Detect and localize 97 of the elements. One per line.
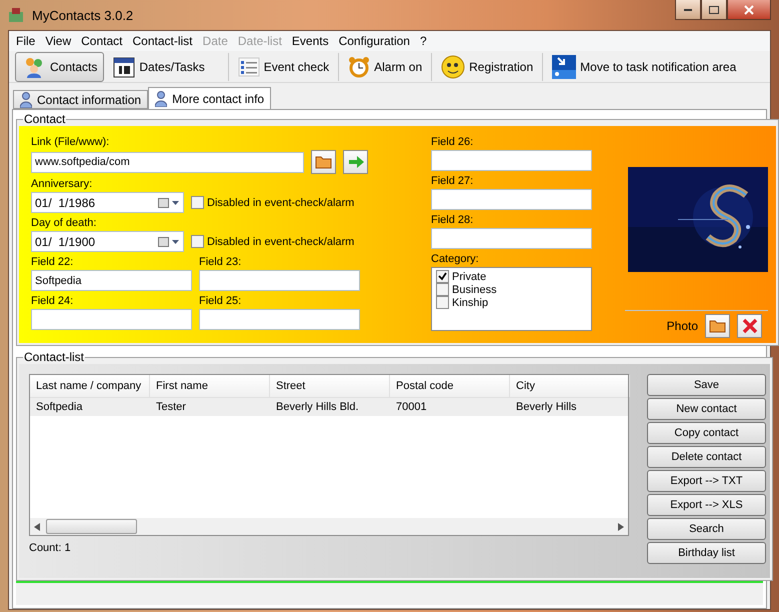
count-label: Count: 1 — [29, 542, 72, 554]
scroll-left-icon[interactable] — [34, 522, 40, 530]
field-label: Category: — [431, 252, 480, 267]
menu-item[interactable]: Configuration — [334, 34, 415, 48]
scroll-right-icon[interactable] — [618, 522, 624, 530]
toolbar-button[interactable]: Event check — [230, 52, 336, 82]
action-button[interactable]: Birthday list — [647, 542, 766, 564]
toolbar-button[interactable]: Contacts — [15, 52, 104, 82]
action-button[interactable]: Export --> TXT — [647, 470, 766, 492]
column-header[interactable]: Street — [270, 375, 390, 397]
scrollbar-thumb[interactable] — [46, 519, 137, 534]
photo-label: Photo — [666, 319, 698, 333]
checkbox-label: Disabled in event-check/alarm — [207, 196, 354, 208]
menu-item[interactable]: View — [40, 34, 76, 48]
action-button[interactable]: Save — [647, 374, 766, 396]
text-field[interactable] — [199, 309, 360, 330]
text-field[interactable]: Softpedia — [31, 270, 192, 291]
date-picker[interactable]: 01/ 1/1986 — [31, 192, 184, 213]
text-field[interactable] — [431, 189, 592, 210]
browse-button[interactable] — [311, 150, 336, 174]
text-field[interactable] — [431, 228, 592, 249]
menu-item[interactable]: Contact-list — [128, 34, 198, 48]
folder-icon — [315, 155, 332, 169]
text-field[interactable] — [31, 309, 192, 330]
group-title: Contact — [23, 112, 66, 126]
menu-item[interactable]: Events — [286, 34, 334, 48]
calendar-icon — [113, 56, 136, 78]
window-title: MyContacts 3.0.2 — [32, 8, 134, 22]
menu-item[interactable]: Contact — [76, 34, 128, 48]
action-button[interactable]: New contact — [647, 398, 766, 420]
text-field[interactable] — [431, 150, 592, 171]
menu-item[interactable]: File — [11, 34, 40, 48]
load-photo-button[interactable] — [705, 314, 730, 338]
toolbar-button[interactable]: Dates/Tasks — [106, 52, 212, 82]
cross-icon — [742, 318, 758, 334]
group-title: Contact-list — [23, 350, 86, 364]
action-button[interactable]: Export --> XLS — [647, 494, 766, 516]
toolbar-button[interactable]: Move to task notification area — [545, 52, 744, 82]
field-label: Field 25: — [199, 294, 242, 309]
smiley-icon — [441, 54, 466, 78]
field-label: Link (File/www): — [31, 135, 110, 150]
checkbox-label: Kinship — [452, 296, 488, 308]
field-label: Field 27: — [431, 174, 474, 189]
close-button[interactable] — [727, 0, 771, 20]
checkbox[interactable] — [191, 196, 204, 209]
delete-photo-button[interactable] — [737, 314, 762, 338]
maximize-icon — [709, 6, 719, 14]
field-label: Field 22: — [31, 255, 74, 270]
minimize-icon — [684, 8, 692, 10]
action-button[interactable]: Delete contact — [647, 446, 766, 468]
field-label: Day of death: — [31, 216, 98, 231]
table-cell-text: 70001 — [395, 400, 428, 415]
person-icon — [20, 92, 32, 108]
column-header[interactable]: Postal code — [390, 375, 510, 397]
toolbar-button[interactable]: Registration — [434, 52, 540, 82]
person-icon — [155, 90, 168, 106]
link-field[interactable]: www.softpedia/com — [31, 152, 304, 172]
table-cell-text: Beverly Hills — [515, 400, 578, 415]
menu-item[interactable]: ? — [414, 34, 432, 48]
table-cell-text: Beverly Hills Bld. — [275, 400, 360, 415]
checkbox-label: Private — [452, 270, 486, 282]
tab[interactable]: More contact info — [148, 87, 272, 109]
maximize-button[interactable] — [701, 0, 727, 20]
field-label: Field 26: — [431, 135, 474, 150]
table-cell-text: Softpedia — [35, 400, 84, 415]
app-icon — [8, 7, 24, 23]
alarm-clock-icon — [348, 56, 370, 78]
checkbox[interactable] — [436, 296, 449, 309]
field-label: Field 28: — [431, 213, 474, 228]
date-picker[interactable]: 01/ 1/1900 — [31, 231, 184, 252]
tray-icon — [552, 54, 576, 78]
category-list[interactable]: Private Business Kinship — [431, 267, 592, 331]
column-header[interactable]: First name — [150, 375, 270, 397]
field-label: Anniversary: — [31, 177, 94, 192]
field-label: Field 23: — [199, 255, 242, 270]
list-icon — [238, 56, 260, 76]
close-icon — [744, 4, 754, 14]
checkbox-label: Disabled in event-check/alarm — [207, 236, 354, 248]
calendar-dropdown-icon — [158, 198, 180, 208]
open-link-button[interactable] — [343, 150, 368, 174]
action-button[interactable]: Search — [647, 518, 766, 540]
minimize-button[interactable] — [675, 0, 701, 20]
arrow-icon — [348, 156, 364, 168]
column-header[interactable]: Last name / company — [30, 375, 150, 397]
table-cell-text: Tester — [155, 400, 187, 415]
action-button[interactable]: Copy contact — [647, 422, 766, 444]
calendar-dropdown-icon — [158, 236, 180, 246]
column-header[interactable]: City — [510, 375, 630, 397]
tab[interactable]: Contact information — [13, 90, 148, 109]
folder-icon — [709, 319, 726, 333]
text-field[interactable] — [199, 270, 360, 291]
field-label: Field 24: — [31, 294, 74, 309]
checkbox[interactable] — [191, 235, 204, 248]
checkbox-label: Business — [452, 284, 497, 296]
toolbar-button[interactable]: Alarm on — [341, 52, 430, 82]
checkbox[interactable] — [436, 283, 449, 296]
checkbox[interactable] — [436, 270, 449, 283]
